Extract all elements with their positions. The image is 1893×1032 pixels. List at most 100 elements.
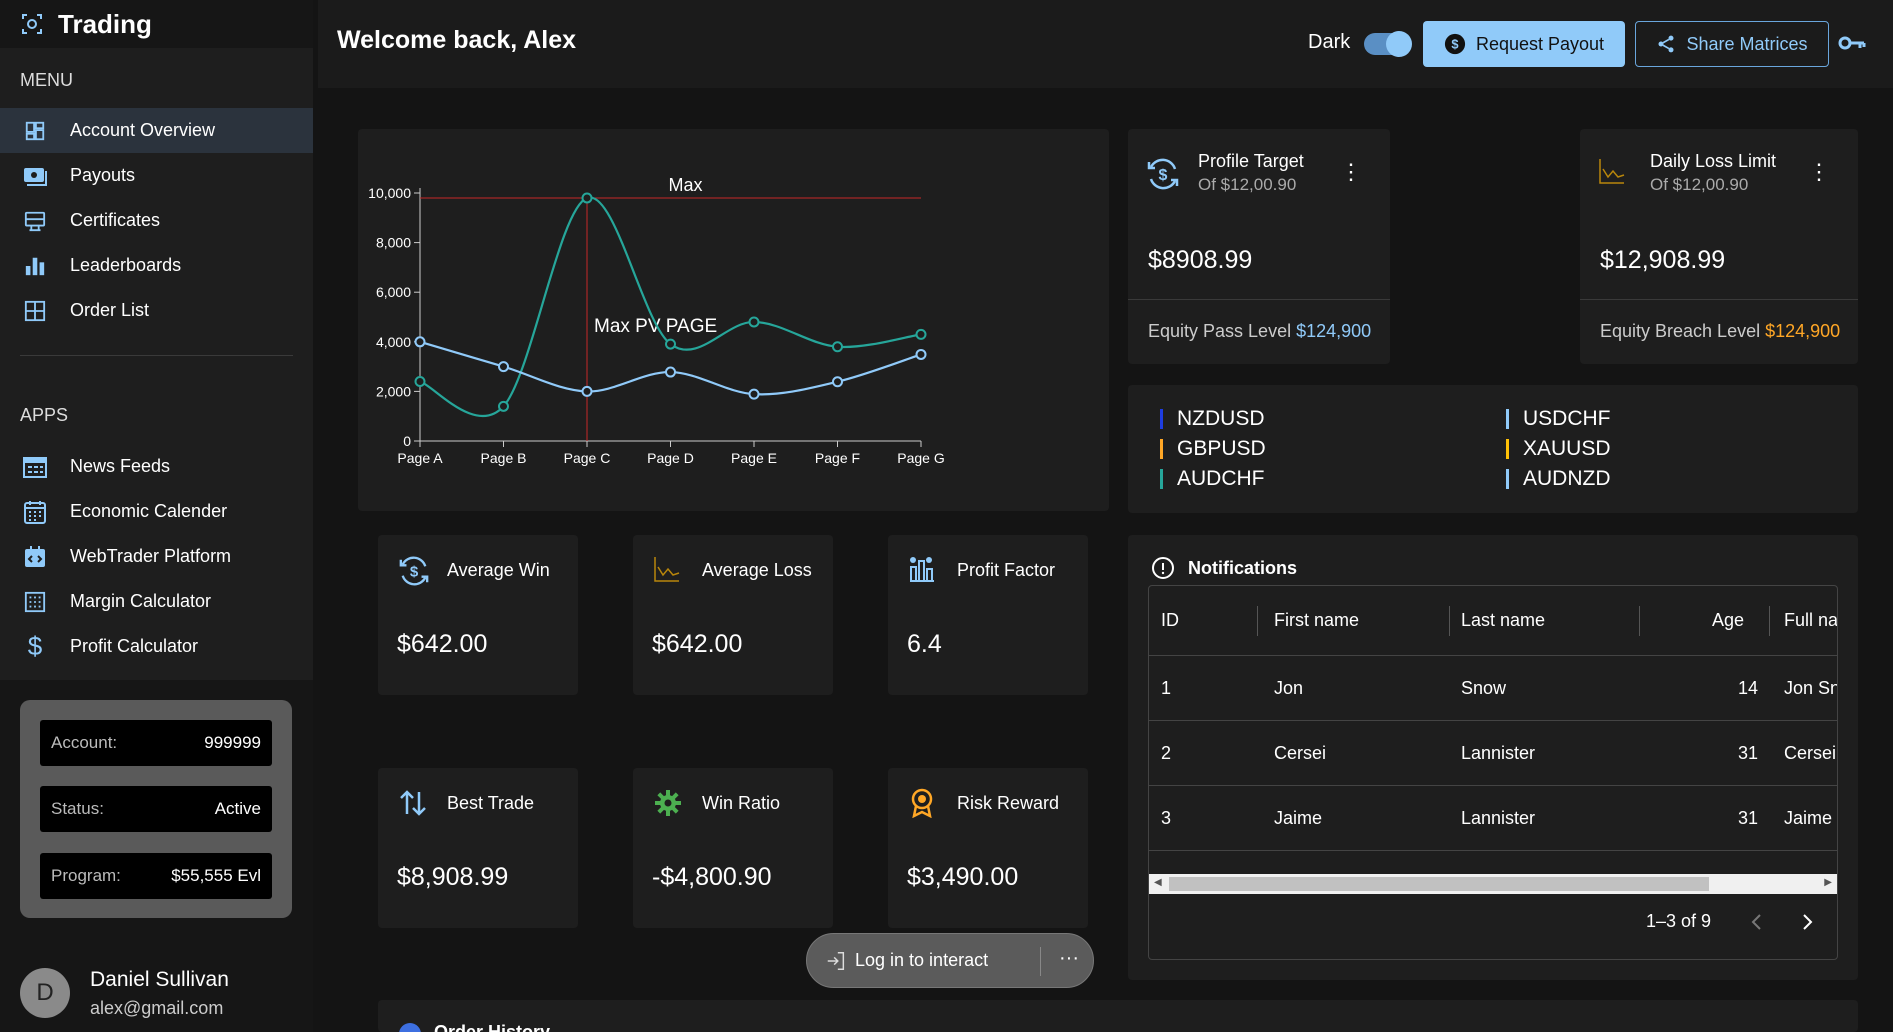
data-point — [414, 336, 426, 348]
user-profile[interactable]: D Daniel Sullivan alex@gmail.com — [0, 940, 313, 1032]
column-separator[interactable] — [1639, 606, 1640, 636]
table-row[interactable]: 3 Jaime Lannister 31 Jaime — [1149, 786, 1837, 851]
account-summary: Account: 999999 Status: Active Program: … — [20, 700, 292, 918]
pair-item[interactable]: AUDCHF — [1160, 467, 1265, 491]
more-vert-icon[interactable]: ⋮ — [1808, 159, 1830, 185]
avatar[interactable]: D — [20, 968, 70, 1018]
grid-icon — [22, 298, 48, 324]
sidebar-item-label: WebTrader Platform — [70, 546, 232, 566]
reference-label-page: Max PV PAGE — [594, 316, 717, 337]
app-title: Trading — [58, 8, 152, 39]
money-cycle-icon: $ — [1147, 158, 1179, 190]
column-header-age[interactable]: Age — [1649, 586, 1744, 655]
more-vert-icon[interactable]: ⋮ — [1340, 159, 1362, 185]
column-header-id[interactable]: ID — [1161, 586, 1251, 655]
more-horiz-icon[interactable]: ··· — [1059, 947, 1079, 970]
column-header-first-name[interactable]: First name — [1274, 586, 1444, 655]
sidebar-item-label: Account Overview — [70, 120, 216, 140]
column-header-last-name[interactable]: Last name — [1461, 586, 1631, 655]
account-label: Account: — [51, 733, 118, 752]
dashboard-icon — [22, 118, 48, 144]
pair-item[interactable]: XAUUSD — [1506, 437, 1611, 461]
currency-pairs-card: NZDUSD USDCHF GBPUSD XAUUSD AUDCHF AUDNZ… — [1128, 385, 1858, 513]
data-point — [498, 361, 509, 373]
table-row[interactable]: 1 Jon Snow 14 Jon Sn — [1149, 656, 1837, 721]
sidebar-item-leaderboards[interactable]: Leaderboards — [0, 243, 313, 288]
equity-breach-level: Equity Breach Level $124,900 — [1600, 321, 1840, 342]
sidebar: Trading MENU Account Overview Payouts Ce… — [0, 0, 313, 1032]
svg-text:$: $ — [410, 564, 419, 581]
payouts-icon — [22, 163, 48, 189]
daily-loss-amount: $12,908.99 — [1600, 246, 1726, 274]
login-label[interactable]: Log in to interact — [855, 950, 988, 971]
scroll-right-arrow-icon[interactable]: ▶ — [1824, 877, 1832, 888]
y-tick-label: 2,000 — [376, 383, 411, 399]
sidebar-item-economic-calender[interactable]: Economic Calender — [0, 489, 313, 534]
stat-card-risk-reward: Risk Reward $3,490.00 — [888, 768, 1088, 928]
request-payout-button[interactable]: $ Request Payout — [1423, 21, 1625, 67]
sidebar-item-order-list[interactable]: Order List — [0, 288, 313, 333]
sidebar-item-news-feeds[interactable]: News Feeds — [0, 444, 313, 489]
cell-id: 1 — [1161, 677, 1172, 698]
cell-last-name: Lannister — [1461, 742, 1536, 763]
stat-title: Best Trade — [447, 793, 535, 813]
sidebar-item-label: Economic Calender — [70, 501, 228, 521]
sidebar-item-margin-calculator[interactable]: Margin Calculator — [0, 579, 313, 624]
apps-section-label: APPS — [20, 405, 69, 425]
scroll-left-arrow-icon[interactable]: ◀ — [1154, 877, 1162, 888]
equity-pass-level: Equity Pass Level $124,900 — [1148, 321, 1371, 342]
stat-title: Risk Reward — [957, 793, 1060, 813]
stat-card-average-win: $ Average Win $642.00 — [378, 535, 578, 695]
stat-value: $642.00 — [652, 630, 743, 658]
award-icon — [911, 788, 933, 818]
column-separator[interactable] — [1257, 606, 1258, 636]
stat-value: 6.4 — [907, 630, 942, 658]
column-separator[interactable] — [1769, 606, 1770, 636]
sidebar-item-payouts[interactable]: Payouts — [0, 153, 313, 198]
table-row[interactable]: 2 Cersei Lannister 31 Cersei — [1149, 721, 1837, 786]
cell-full-name: Jaime — [1784, 807, 1833, 828]
dark-mode-label: Dark — [1308, 31, 1351, 53]
stat-value: $8,908.99 — [397, 863, 509, 891]
login-to-interact-pill[interactable]: Log in to interact ··· — [806, 933, 1094, 988]
program-label: Program: — [51, 866, 121, 885]
user-name: Daniel Sullivan — [90, 968, 229, 991]
notifications-table: ID First name Last name Age Full na 1 Jo… — [1148, 585, 1838, 960]
series-line-0 — [419, 196, 922, 418]
pair-item[interactable]: AUDNZD — [1506, 467, 1611, 491]
card-divider — [1580, 299, 1858, 300]
chevron-left-icon[interactable] — [1749, 913, 1765, 931]
cell-id: 3 — [1161, 807, 1172, 828]
cell-first-name: Cersei — [1274, 742, 1327, 763]
leaderboard-icon — [22, 253, 48, 279]
scrollbar-thumb[interactable] — [1169, 877, 1709, 891]
pair-item[interactable]: NZDUSD — [1160, 407, 1265, 431]
equity-pass-value: $124,900 — [1296, 321, 1372, 341]
chevron-right-icon[interactable] — [1799, 913, 1815, 931]
pair-item[interactable]: USDCHF — [1506, 407, 1611, 431]
swap-vertical-icon — [400, 790, 426, 816]
money-cycle-icon: $ — [399, 556, 429, 586]
key-icon[interactable] — [1838, 32, 1866, 54]
y-tick-label: 10,000 — [368, 185, 411, 201]
sidebar-item-webtrader-platform[interactable]: WebTrader Platform — [0, 534, 313, 579]
sidebar-item-profit-calculator[interactable]: $ Profit Calculator — [0, 624, 313, 669]
menu-section-label: MENU — [20, 70, 73, 90]
pair-color-bar — [1506, 469, 1509, 489]
info-icon — [1152, 557, 1174, 579]
column-header-full-name[interactable]: Full na — [1784, 586, 1837, 655]
stat-value: -$4,800.90 — [652, 863, 772, 891]
sidebar-item-certificates[interactable]: Certificates — [0, 198, 313, 243]
share-matrices-button[interactable]: Share Matrices — [1635, 21, 1829, 67]
factor-icon — [910, 557, 934, 582]
loss-chart-icon — [654, 557, 680, 582]
horizontal-scrollbar[interactable]: ◀ ▶ — [1149, 874, 1837, 894]
dark-mode-toggle[interactable] — [1364, 31, 1412, 57]
gear-icon — [655, 790, 681, 816]
column-separator[interactable] — [1449, 606, 1450, 636]
data-point — [915, 328, 927, 340]
sidebar-item-account-overview[interactable]: Account Overview — [0, 108, 313, 153]
stat-title: Average Win — [447, 560, 550, 580]
pair-item[interactable]: GBPUSD — [1160, 437, 1266, 461]
brand: Trading — [0, 0, 313, 48]
